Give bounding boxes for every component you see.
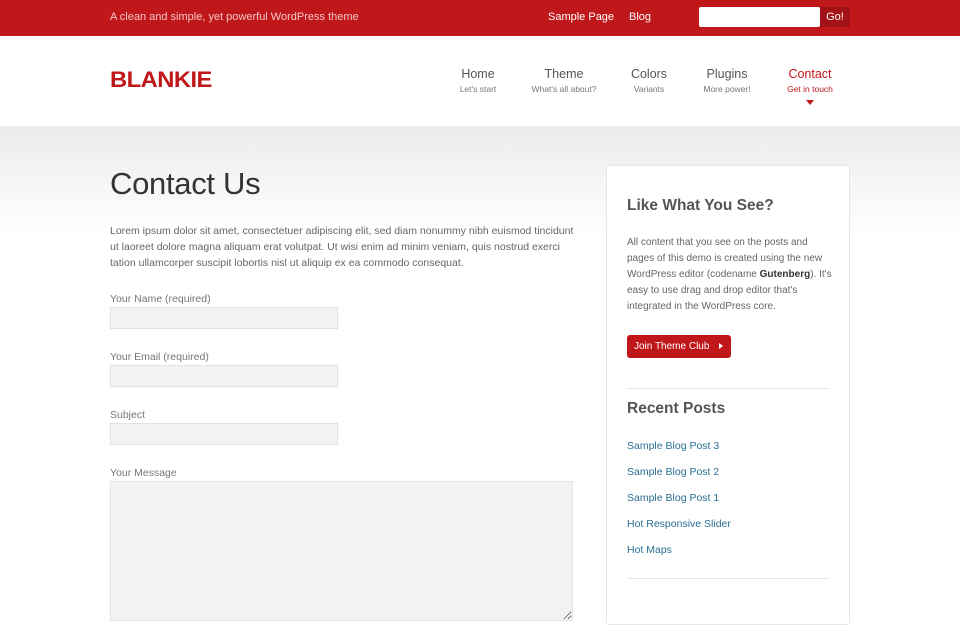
promo-text: All content that you see on the posts an…: [627, 235, 832, 315]
promo-title: Like What You See?: [627, 197, 774, 214]
email-field[interactable]: [110, 365, 338, 387]
top-bar: A clean and simple, yet powerful WordPre…: [0, 0, 960, 36]
nav-item-home[interactable]: Home Let's start: [454, 67, 502, 94]
subject-label: Subject: [110, 409, 146, 421]
name-field[interactable]: [110, 307, 338, 329]
widget-divider: [627, 388, 830, 389]
site-tagline: A clean and simple, yet powerful WordPre…: [110, 11, 359, 23]
nav-item-subtitle: More power!: [703, 84, 751, 94]
nav-item-theme[interactable]: Theme What's all about?: [528, 67, 600, 94]
nav-item-subtitle: Variants: [633, 84, 665, 94]
page-title: Contact Us: [110, 166, 261, 201]
arrow-right-icon: [719, 343, 723, 349]
nav-item-title: Contact: [788, 67, 832, 81]
nav-item-subtitle: Let's start: [459, 84, 497, 94]
recent-post-link[interactable]: Hot Maps: [627, 544, 672, 556]
name-label: Your Name (required): [110, 293, 211, 305]
nav-item-title: Plugins: [706, 67, 748, 81]
search-input[interactable]: [699, 7, 820, 27]
message-field[interactable]: [110, 481, 573, 621]
recent-post-link[interactable]: Sample Blog Post 2: [627, 466, 719, 478]
nav-item-subtitle: What's all about?: [531, 84, 597, 94]
recent-post-link[interactable]: Sample Blog Post 1: [627, 492, 719, 504]
site-header: BLANKIE Home Let's start Theme What's al…: [0, 36, 960, 126]
nav-item-colors[interactable]: Colors Variants: [626, 67, 672, 94]
nav-item-subtitle: Get in touch: [787, 84, 833, 94]
nav-item-title: Theme: [544, 67, 584, 81]
recent-posts-title: Recent Posts: [627, 400, 726, 417]
widget-divider: [627, 578, 830, 579]
join-theme-club-label: Join Theme Club: [634, 341, 710, 352]
subject-field[interactable]: [110, 423, 338, 445]
top-link-blog[interactable]: Blog: [629, 11, 651, 23]
recent-post-link[interactable]: Hot Responsive Slider: [627, 518, 731, 530]
join-theme-club-button[interactable]: Join Theme Club: [627, 335, 731, 358]
site-logo[interactable]: BLANKIE: [110, 67, 212, 93]
email-label: Your Email (required): [110, 351, 209, 363]
promo-text-bold: Gutenberg: [759, 269, 811, 280]
active-caret-icon: [806, 100, 814, 105]
top-link-sample-page[interactable]: Sample Page: [548, 11, 614, 23]
nav-item-contact[interactable]: Contact Get in touch: [782, 67, 838, 105]
nav-item-title: Colors: [630, 67, 668, 81]
sidebar: Like What You See? All content that you …: [606, 165, 850, 625]
nav-item-title: Home: [461, 67, 495, 81]
recent-post-link[interactable]: Sample Blog Post 3: [627, 440, 719, 452]
intro-text: Lorem ipsum dolor sit amet, consectetuer…: [110, 225, 574, 269]
nav-item-plugins[interactable]: Plugins More power!: [698, 67, 756, 94]
search-button[interactable]: Go!: [820, 7, 850, 27]
message-label: Your Message: [110, 467, 177, 479]
